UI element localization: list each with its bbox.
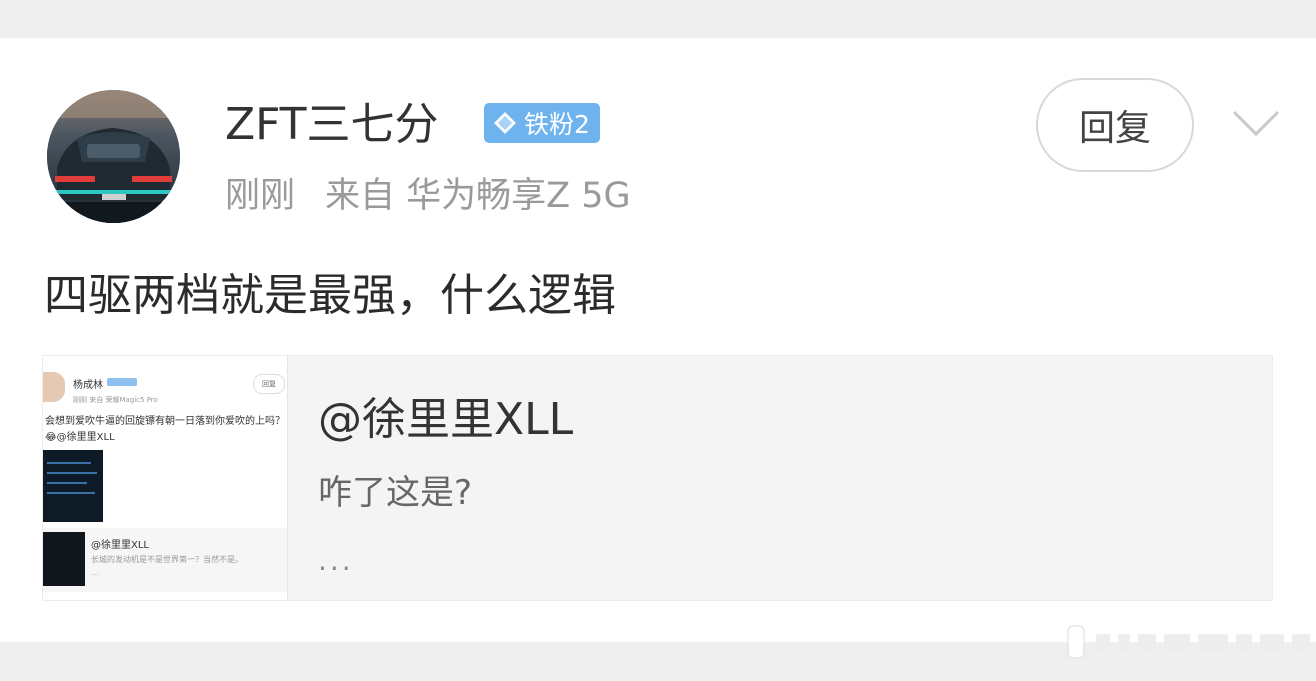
username[interactable]: ZFT三七分 — [225, 95, 439, 155]
home-indicator — [1067, 625, 1310, 659]
quoted-text: 咋了这是? — [318, 473, 473, 513]
post-source: 来自 华为畅享Z 5G — [325, 176, 631, 216]
thumbnail-quote-ellipsis: ... — [91, 568, 99, 577]
quoted-author[interactable]: @徐里里XLL — [318, 392, 573, 448]
thumbnail-quote-author: @徐里里XLL — [91, 540, 149, 551]
avatar[interactable] — [47, 90, 180, 223]
avatar-car-image — [47, 90, 180, 223]
thumbnail-avatar — [43, 372, 65, 402]
diamond-icon — [494, 112, 516, 134]
thumbnail-text: 会想到爱吹牛逼的回旋镖有朝一日落到你爱吹的上吗？😂@徐里里XLL — [45, 416, 285, 443]
thumbnail-image — [43, 450, 103, 522]
fan-badge[interactable]: 铁粉2 — [484, 103, 600, 143]
thumbnail-quote: @徐里里XLL 长城的发动机是不是世界第一？当然不是。 ... — [43, 528, 287, 592]
quoted-ellipsis: ... — [318, 544, 354, 577]
quoted-post[interactable]: 杨成林 刚刚 来自 荣耀Magic5 Pro 回复 会想到爱吹牛逼的回旋镖有朝一… — [42, 355, 1273, 601]
post-time: 刚刚 — [225, 176, 296, 216]
chevron-down-icon[interactable] — [1230, 104, 1282, 140]
post-meta: 刚刚 来自 华为畅享Z 5G — [225, 172, 631, 220]
thumbnail-reply-button: 回复 — [253, 374, 285, 394]
thumbnail-quote-image — [43, 532, 85, 586]
reply-button[interactable]: 回复 — [1036, 78, 1194, 172]
thumbnail-meta: 刚刚 来自 荣耀Magic5 Pro — [73, 396, 158, 404]
badge-label: 铁粉2 — [524, 110, 590, 139]
thumbnail-username: 杨成林 — [73, 380, 103, 391]
thumbnail-badge — [107, 378, 137, 386]
thumbnail-quote-text: 长城的发动机是不是世界第一？当然不是。 — [91, 555, 243, 564]
post-text: 四驱两档就是最强，什么逻辑 — [44, 270, 616, 321]
quoted-post-thumbnail[interactable]: 杨成林 刚刚 来自 荣耀Magic5 Pro 回复 会想到爱吹牛逼的回旋镖有朝一… — [43, 356, 288, 600]
top-separator — [0, 0, 1316, 38]
